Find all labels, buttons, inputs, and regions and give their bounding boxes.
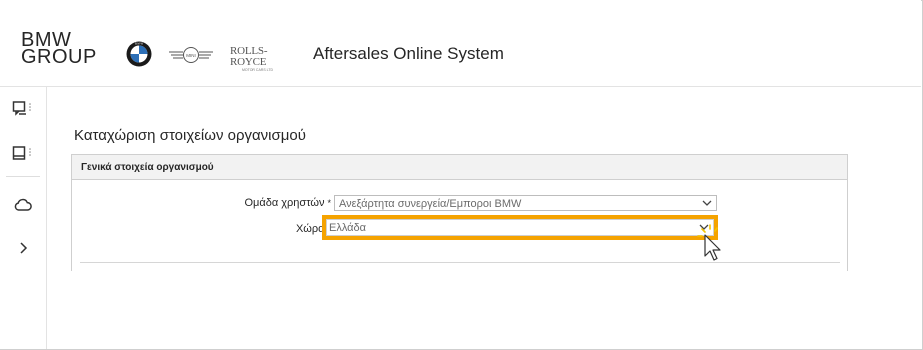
chevron-right-icon[interactable] [12,238,34,258]
country-label: Χώρα* [240,223,331,235]
user-group-label-text: Ομάδα χρηστών [244,197,325,209]
svg-text:B M W: B M W [135,42,143,46]
rolls-royce-logo: ROLLS-ROYCE MOTOR CARS LTD [230,45,302,73]
app-header: BMW GROUP B M W MINI ROLLS-ROYCE MOTOR C… [0,0,921,87]
user-group-select[interactable]: Ανεξάρτητα συνεργεία/Εμποροι BMW [334,195,717,211]
sidebar-divider [6,176,40,177]
user-group-label: Ομάδα χρηστών * [200,197,331,209]
highlight-box [322,215,718,240]
brand-line2: GROUP [21,46,97,68]
country-label-text: Χώρα [295,223,325,235]
panel-divider [80,262,840,263]
mouse-pointer-icon [697,224,721,261]
chevron-down-icon [702,200,712,206]
page-title: Καταχώριση στοιχείων οργανισμού [74,127,306,144]
rr-logo-main: ROLLS-ROYCE [230,45,268,68]
required-marker: * [327,198,331,208]
mini-logo-text: MINI [186,53,196,58]
bmw-roundel-logo: B M W [126,41,152,67]
user-group-value: Ανεξάρτητα συνεργεία/Εμποροι BMW [339,198,522,210]
cloud-icon[interactable] [12,195,34,215]
chat-window-icon[interactable] [12,98,34,118]
document-panel-icon[interactable] [12,143,34,163]
mini-logo: MINI [169,47,213,63]
app-title: Aftersales Online System [313,44,504,63]
sidebar [0,87,47,349]
bmw-group-logo: BMW GROUP [21,30,97,68]
panel-header: Γενικά στοιχεία οργανισμού [72,155,847,180]
panel-title: Γενικά στοιχεία οργανισμού [81,162,214,173]
rr-logo-sub: MOTOR CARS LTD [242,68,273,72]
